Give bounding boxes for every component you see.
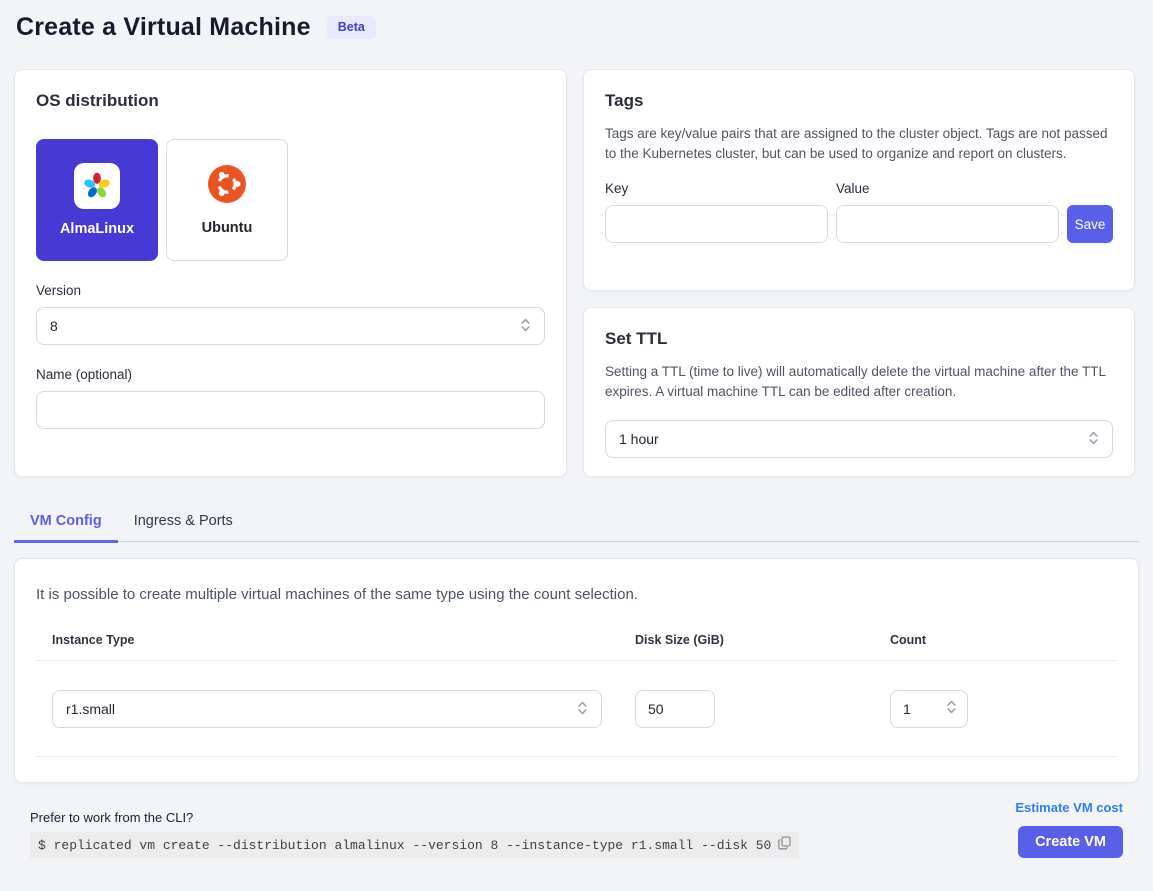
cli-command-pill: $ replicated vm create --distribution al… xyxy=(30,832,799,858)
vm-config-description: It is possible to create multiple virtua… xyxy=(36,586,1117,603)
chevron-updown-icon xyxy=(577,700,588,719)
os-tile-ubuntu[interactable]: Ubuntu xyxy=(166,139,288,261)
column-disk-size: Disk Size (GiB) xyxy=(635,633,890,647)
tab-bar: VM Config Ingress & Ports xyxy=(14,504,1139,542)
os-distribution-card: OS distribution AlmaLinux xyxy=(14,69,567,477)
stepper-updown-icon[interactable] xyxy=(946,699,957,720)
cli-prompt: Prefer to work from the CLI? xyxy=(30,810,799,825)
column-count: Count xyxy=(890,633,1117,647)
chevron-updown-icon xyxy=(520,317,531,336)
os-card-title: OS distribution xyxy=(36,91,545,111)
version-label: Version xyxy=(36,283,545,298)
almalinux-logo-icon xyxy=(74,163,120,209)
tag-value-label: Value xyxy=(836,181,1059,196)
ttl-select-value: 1 hour xyxy=(619,431,659,447)
column-instance-type: Instance Type xyxy=(52,633,635,647)
ttl-card-title: Set TTL xyxy=(605,329,1113,349)
count-stepper[interactable] xyxy=(890,690,968,728)
footer: Prefer to work from the CLI? $ replicate… xyxy=(14,783,1139,858)
os-tile-ubuntu-label: Ubuntu xyxy=(202,220,253,236)
version-select-value: 8 xyxy=(50,318,58,334)
page-header: Create a Virtual Machine Beta xyxy=(0,0,1153,69)
ttl-select[interactable]: 1 hour xyxy=(605,420,1113,458)
disk-size-input[interactable] xyxy=(635,690,715,728)
tab-vm-config[interactable]: VM Config xyxy=(14,504,118,543)
tag-key-label: Key xyxy=(605,181,828,196)
name-input[interactable] xyxy=(36,391,545,429)
os-tile-almalinux-label: AlmaLinux xyxy=(60,221,134,237)
save-tag-button[interactable]: Save xyxy=(1067,205,1113,243)
count-input[interactable] xyxy=(893,701,927,717)
page-title: Create a Virtual Machine xyxy=(16,13,311,42)
tags-card-title: Tags xyxy=(605,91,1113,111)
vm-table-row: r1.small xyxy=(36,661,1117,757)
tag-form: Key Value Save xyxy=(605,181,1113,243)
footer-actions: Estimate VM cost Create VM xyxy=(1015,800,1123,858)
vm-config-card: It is possible to create multiple virtua… xyxy=(14,558,1139,783)
tags-card: Tags Tags are key/value pairs that are a… xyxy=(583,69,1135,291)
cli-block: Prefer to work from the CLI? $ replicate… xyxy=(30,810,799,858)
estimate-vm-cost-link[interactable]: Estimate VM cost xyxy=(1015,800,1123,815)
copy-icon[interactable] xyxy=(778,836,791,854)
ttl-card-description: Setting a TTL (time to live) will automa… xyxy=(605,362,1113,402)
os-tile-almalinux[interactable]: AlmaLinux xyxy=(36,139,158,261)
tags-card-description: Tags are key/value pairs that are assign… xyxy=(605,124,1113,164)
beta-badge: Beta xyxy=(327,16,376,39)
os-tile-group: AlmaLinux Ubuntu xyxy=(36,139,545,261)
cli-command-text: $ replicated vm create --distribution al… xyxy=(38,838,771,853)
vm-table-header: Instance Type Disk Size (GiB) Count xyxy=(36,633,1117,661)
tag-key-input[interactable] xyxy=(605,205,828,243)
version-select[interactable]: 8 xyxy=(36,307,545,345)
tag-value-input[interactable] xyxy=(836,205,1059,243)
create-vm-button[interactable]: Create VM xyxy=(1018,826,1123,858)
tab-ingress-ports[interactable]: Ingress & Ports xyxy=(118,504,249,543)
instance-type-select[interactable]: r1.small xyxy=(52,690,602,728)
vm-table: Instance Type Disk Size (GiB) Count r1.s… xyxy=(36,633,1117,757)
instance-type-value: r1.small xyxy=(66,701,115,717)
ttl-card: Set TTL Setting a TTL (time to live) wil… xyxy=(583,307,1135,477)
chevron-updown-icon xyxy=(1088,430,1099,449)
name-label: Name (optional) xyxy=(36,367,545,382)
ubuntu-logo-icon xyxy=(208,165,246,208)
